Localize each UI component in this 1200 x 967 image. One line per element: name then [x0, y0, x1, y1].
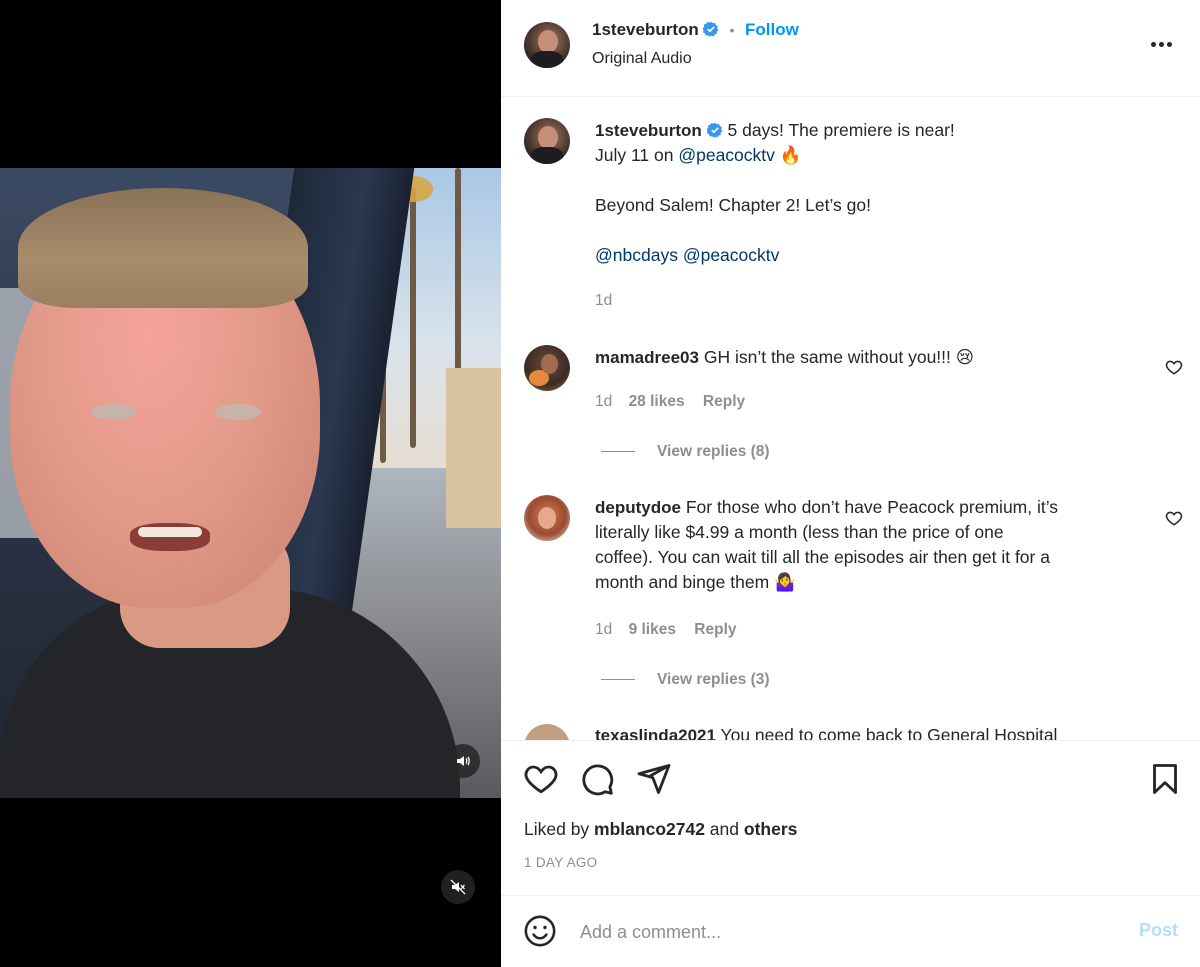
verified-icon: [706, 122, 722, 138]
caption-line-3: Beyond Salem! Chapter 2! Let’s go!: [595, 195, 871, 215]
mute-toggle-button[interactable]: [441, 870, 475, 904]
follow-button[interactable]: Follow: [745, 20, 799, 39]
more-icon-dot: [1158, 41, 1164, 47]
caption-line-2-prefix: July 11 on: [595, 145, 679, 165]
post-header: 1steveburton • Follow Original Audio: [501, 0, 1200, 97]
comment-meta: 1d 9 likes Reply: [595, 621, 737, 639]
mention-link[interactable]: @peacocktv: [683, 245, 780, 265]
comment-meta: 1d 28 likes Reply: [595, 393, 745, 411]
commenter-avatar[interactable]: [524, 495, 570, 541]
verified-icon: [703, 21, 719, 37]
comment-username[interactable]: deputydoe: [595, 498, 681, 517]
comments-section[interactable]: 1steveburton 5 days! The premiere is nea…: [501, 98, 1200, 740]
author-avatar[interactable]: [524, 22, 570, 68]
more-icon-dot: [1166, 41, 1172, 47]
share-button[interactable]: [636, 761, 672, 797]
like-comment-heart-icon[interactable]: [1165, 509, 1183, 527]
comment-likes[interactable]: 28 likes: [629, 393, 685, 410]
save-button[interactable]: [1147, 761, 1183, 797]
comment-text: GH isn’t the same without you!!! 😢: [703, 347, 974, 367]
fire-emoji: 🔥: [779, 145, 802, 165]
comment-button[interactable]: [579, 761, 615, 797]
reply-line: [601, 679, 635, 681]
reply-button[interactable]: Reply: [694, 621, 736, 638]
comment-form: Post: [501, 895, 1200, 967]
person-hair: [18, 188, 308, 308]
view-replies-label: View replies (8): [657, 443, 770, 460]
emoji-icon: [524, 915, 556, 947]
emoji-button[interactable]: [523, 914, 557, 948]
comment-text-line: For those who don’t have Peacock premium…: [685, 497, 1059, 517]
post-date[interactable]: 1 DAY AGO: [524, 855, 597, 870]
comment-likes[interactable]: 9 likes: [629, 621, 676, 638]
more-options-button[interactable]: [1148, 34, 1174, 54]
post-actions: Liked by mblanco2742 and others 1 DAY AG…: [501, 740, 1200, 895]
likes-middle: and: [704, 819, 744, 839]
comment-icon: [582, 764, 614, 796]
comment-item: texaslinda2021 You need to come back to …: [595, 723, 1155, 740]
comment-item: mamadree03 GH isn’t the same without you…: [595, 345, 1115, 370]
audio-label[interactable]: Original Audio: [592, 50, 692, 68]
mouth: [130, 523, 210, 551]
commenter-avatar[interactable]: [524, 724, 570, 740]
muted-icon: [450, 879, 466, 895]
likes-summary: Liked by mblanco2742 and others: [524, 819, 797, 840]
eye: [90, 404, 136, 420]
mention-link[interactable]: @nbcdays: [595, 245, 678, 265]
bookmark-icon: [1153, 764, 1177, 794]
caption-line-1: 5 days! The premiere is near!: [727, 120, 955, 140]
view-replies-button[interactable]: View replies (3): [601, 671, 770, 689]
video-player[interactable]: [0, 0, 501, 967]
building: [446, 368, 501, 528]
post-panel: 1steveburton • Follow Original Audio 1st…: [501, 0, 1200, 967]
eye: [215, 404, 261, 420]
volume-icon: [457, 756, 470, 766]
reply-button[interactable]: Reply: [703, 393, 745, 410]
palm-tree: [410, 188, 416, 448]
like-button[interactable]: [523, 761, 559, 797]
view-replies-button[interactable]: View replies (8): [601, 443, 770, 461]
likes-prefix: Liked by: [524, 819, 595, 839]
author-username[interactable]: 1steveburton: [592, 20, 699, 39]
commenter-avatar[interactable]: [524, 345, 570, 391]
comment-time[interactable]: 1d: [595, 621, 612, 638]
comment-username[interactable]: mamadree03: [595, 348, 699, 367]
palm-tree: [455, 168, 461, 398]
comment-text-line: literally like $4.99 a month (less than …: [595, 522, 1004, 542]
volume-button[interactable]: [446, 744, 480, 778]
video-frame[interactable]: [0, 168, 501, 798]
like-comment-heart-icon[interactable]: [1165, 358, 1183, 376]
comment-username[interactable]: texaslinda2021: [595, 726, 716, 740]
caption: 1steveburton 5 days! The premiere is nea…: [595, 118, 1155, 313]
mention-link[interactable]: @peacocktv: [678, 145, 775, 165]
more-icon: [1150, 41, 1156, 47]
heart-icon: [524, 765, 558, 794]
post-comment-button[interactable]: Post: [1139, 920, 1178, 941]
view-replies-label: View replies (3): [657, 671, 770, 688]
separator-dot: •: [729, 22, 735, 38]
caption-username[interactable]: 1steveburton: [595, 121, 702, 140]
reply-line: [601, 451, 635, 453]
comment-time[interactable]: 1d: [595, 393, 612, 410]
caption-timestamp[interactable]: 1d: [595, 288, 1155, 313]
caption-avatar[interactable]: [524, 118, 570, 164]
comment-text-line: coffee). You can wait till all the episo…: [595, 547, 1050, 567]
liked-by-others[interactable]: others: [744, 819, 797, 839]
comment-text-line: month and binge them 🤷‍♀️: [595, 572, 796, 592]
liked-by-user[interactable]: mblanco2742: [594, 819, 705, 839]
comment-text: You need to come back to General Hospita…: [720, 725, 1058, 740]
share-icon: [637, 764, 671, 794]
comment-item: deputydoe For those who don’t have Peaco…: [595, 495, 1155, 595]
comment-input[interactable]: [580, 920, 1100, 944]
